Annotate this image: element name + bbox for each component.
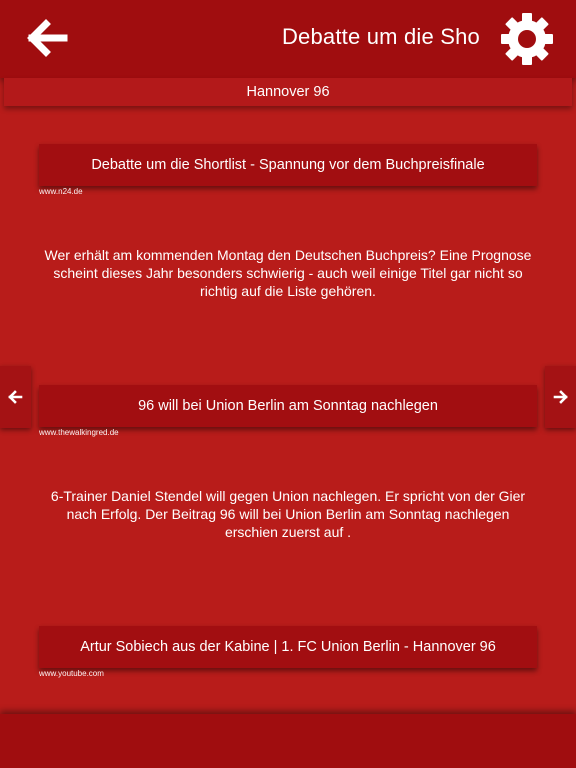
next-page-button[interactable] <box>545 366 576 428</box>
article-title-button[interactable]: 96 will bei Union Berlin am Sonntag nach… <box>39 385 537 427</box>
article-title-button[interactable]: Debatte um die Shortlist - Spannung vor … <box>39 144 537 186</box>
article-source: www.n24.de <box>39 187 83 196</box>
article-source: www.thewalkingred.de <box>39 428 119 437</box>
arrow-left-icon <box>27 19 68 57</box>
arrow-right-icon <box>553 390 568 404</box>
article-description: Wer erhält am kommenden Montag den Deuts… <box>44 247 532 299</box>
previous-page-button[interactable] <box>0 366 31 428</box>
article-source: www.youtube.com <box>39 669 104 678</box>
article-title-button[interactable]: Artur Sobiech aus der Kabine | 1. FC Uni… <box>39 626 537 668</box>
back-button[interactable] <box>26 18 70 58</box>
page-title: Debatte um die Sho <box>281 24 480 49</box>
team-label-bar: Hannover 96 <box>4 78 572 106</box>
top-bar: Debatte um die Sho <box>0 0 576 78</box>
article-description: 6-Trainer Daniel Stendel will gegen Unio… <box>50 488 526 540</box>
gear-icon <box>501 13 553 65</box>
arrow-left-icon <box>8 390 23 404</box>
settings-button[interactable] <box>500 12 554 66</box>
bottom-bar <box>0 714 576 768</box>
